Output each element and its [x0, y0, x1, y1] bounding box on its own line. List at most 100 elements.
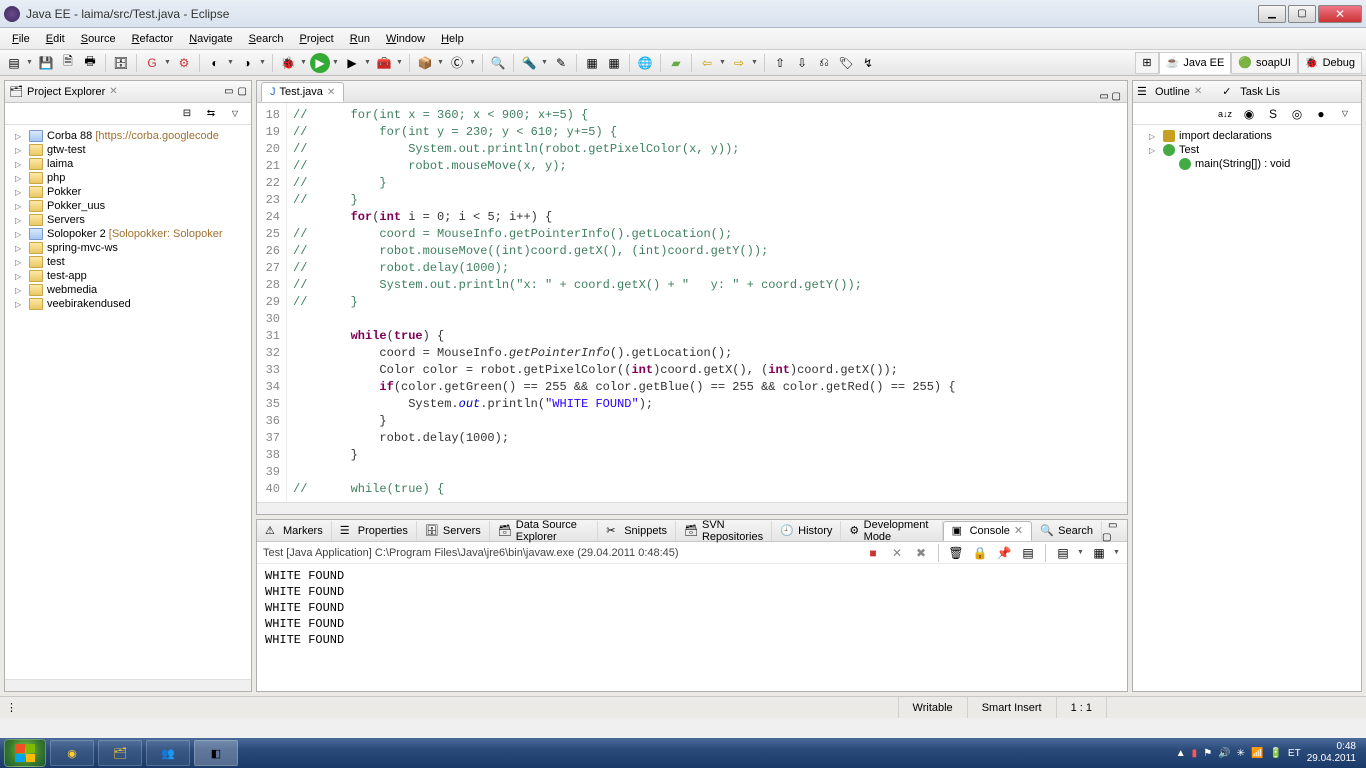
- open-console-button[interactable]: ▤: [1053, 543, 1073, 563]
- open-type-button[interactable]: 🔍: [488, 53, 508, 73]
- nav-back-button[interactable]: ⇦: [697, 53, 717, 73]
- perspective-soapui[interactable]: 🟢soapUI: [1231, 52, 1298, 74]
- expand-arrow-icon[interactable]: ▷: [15, 146, 25, 155]
- code-editor[interactable]: 1819202122232425262728293031323334353637…: [257, 103, 1127, 502]
- new-package-button[interactable]: 📦: [415, 53, 435, 73]
- taskbar-explorer[interactable]: 🗂: [98, 740, 142, 766]
- code-area[interactable]: // for(int x = 360; x < 900; x+=5) {// f…: [287, 103, 1127, 502]
- link-editor-icon[interactable]: ⇆: [201, 104, 221, 124]
- expand-arrow-icon[interactable]: ▷: [15, 244, 25, 253]
- project-tree[interactable]: ▷Corba 88 [https://corba.googlecode▷gtw-…: [5, 125, 251, 679]
- system-tray[interactable]: ▲ ▮ ⚑ 🔊 ✳ 📶 🔋 ET 0:48 29.04.2011: [1176, 741, 1362, 765]
- expand-arrow-icon[interactable]: ▷: [15, 216, 25, 225]
- outline-close-icon[interactable]: ✕: [1194, 86, 1202, 97]
- expand-arrow-icon[interactable]: ▷: [15, 300, 25, 309]
- editor-minmax[interactable]: ▭ ▢: [1093, 91, 1127, 102]
- menu-source[interactable]: Source: [73, 31, 124, 47]
- gwt-compile-button[interactable]: ⚙: [174, 53, 194, 73]
- svn-switch-button[interactable]: ↯: [858, 53, 878, 73]
- tree-item[interactable]: ▷test: [5, 255, 251, 269]
- run-button[interactable]: ▶: [310, 53, 330, 73]
- bottom-tab-snippets[interactable]: ✂Snippets: [598, 521, 676, 541]
- menu-run[interactable]: Run: [342, 31, 378, 47]
- outline-item[interactable]: main(String[]) : void: [1137, 157, 1357, 171]
- terminate-button[interactable]: ■: [863, 543, 883, 563]
- new-console-button[interactable]: ▦: [1089, 543, 1109, 563]
- tree-item[interactable]: ▷spring-mvc-ws: [5, 241, 251, 255]
- external-tools-button[interactable]: 🧰: [374, 53, 394, 73]
- outline-item[interactable]: ▷Test: [1137, 143, 1357, 157]
- new-button[interactable]: ▤: [4, 53, 24, 73]
- debug-button[interactable]: 🐞: [278, 53, 298, 73]
- tree-item[interactable]: ▷php: [5, 171, 251, 185]
- soapui-button[interactable]: ▰: [666, 53, 686, 73]
- nav-fwd-button[interactable]: ⇨: [729, 53, 749, 73]
- new-class-button[interactable]: Ⓒ: [447, 53, 467, 73]
- outline-tree[interactable]: ▷import declarations▷Testmain(String[]) …: [1133, 125, 1361, 175]
- svn-update-button[interactable]: ⇩: [792, 53, 812, 73]
- expand-arrow-icon[interactable]: ▷: [15, 230, 25, 239]
- hide-local-icon[interactable]: ●: [1311, 104, 1331, 124]
- new-bean-button[interactable]: ◐: [205, 53, 225, 73]
- bottom-tab-properties[interactable]: ☰Properties: [332, 521, 417, 541]
- bottom-tab-data-source-explorer[interactable]: 🗃Data Source Explorer: [490, 521, 598, 541]
- perspective-debug[interactable]: 🐞Debug: [1298, 52, 1362, 74]
- tree-item[interactable]: ▷laima: [5, 157, 251, 171]
- remove-launch-button[interactable]: ✕: [887, 543, 907, 563]
- menu-search[interactable]: Search: [241, 31, 292, 47]
- taskbar-chrome[interactable]: ◉: [50, 740, 94, 766]
- menu-help[interactable]: Help: [433, 31, 472, 47]
- task-2-button[interactable]: ▦: [604, 53, 624, 73]
- pin-console-button[interactable]: 📌: [994, 543, 1014, 563]
- horizontal-scrollbar[interactable]: [5, 679, 251, 691]
- run-last-button[interactable]: ▶: [342, 53, 362, 73]
- expand-arrow-icon[interactable]: ▷: [15, 132, 25, 141]
- bottom-tab-svn-repositories[interactable]: 🗃SVN Repositories: [676, 521, 772, 541]
- editor-tab-test[interactable]: J Test.java ✕: [261, 82, 344, 102]
- expand-arrow-icon[interactable]: ▷: [15, 258, 25, 267]
- menu-refactor[interactable]: Refactor: [124, 31, 182, 47]
- tray-icon[interactable]: ✳: [1237, 748, 1245, 759]
- save-all-button[interactable]: 🗎: [58, 53, 78, 73]
- hide-nonpublic-icon[interactable]: ◎: [1287, 104, 1307, 124]
- collapse-all-icon[interactable]: ⊟: [177, 104, 197, 124]
- tree-item[interactable]: ▷test-app: [5, 269, 251, 283]
- tray-icon[interactable]: 📶: [1251, 748, 1263, 759]
- open-perspective-button[interactable]: ⊞: [1135, 52, 1158, 74]
- view-menu-icon[interactable]: ▽: [225, 104, 245, 124]
- svn-commit-button[interactable]: ⇧: [770, 53, 790, 73]
- tab-close-icon[interactable]: ✕: [1014, 524, 1023, 537]
- bottom-tab-markers[interactable]: ⚠Markers: [257, 521, 332, 541]
- tree-item[interactable]: ▷Pokker: [5, 185, 251, 199]
- editor-hscroll[interactable]: [257, 502, 1127, 514]
- clear-console-button[interactable]: 🗑: [946, 543, 966, 563]
- expand-arrow-icon[interactable]: ▷: [15, 174, 25, 183]
- search-button[interactable]: 🔦: [519, 53, 539, 73]
- editor-tab-close-icon[interactable]: ✕: [327, 87, 335, 98]
- new-dropdown[interactable]: ▼: [26, 59, 34, 66]
- expand-arrow-icon[interactable]: ▷: [15, 202, 25, 211]
- start-button[interactable]: [4, 739, 46, 767]
- menu-navigate[interactable]: Navigate: [181, 31, 240, 47]
- menu-window[interactable]: Window: [378, 31, 433, 47]
- sort-icon[interactable]: a↓z: [1215, 104, 1235, 124]
- tray-icon[interactable]: ⚑: [1203, 748, 1212, 759]
- tree-item[interactable]: ▷webmedia: [5, 283, 251, 297]
- expand-arrow-icon[interactable]: ▷: [15, 272, 25, 281]
- bottom-tab-servers[interactable]: 🗄Servers: [417, 521, 490, 541]
- expand-arrow-icon[interactable]: ▷: [15, 160, 25, 169]
- minimize-view-icon[interactable]: ▭: [224, 86, 233, 97]
- minimize-button[interactable]: ▁: [1258, 5, 1286, 23]
- svn-tag-button[interactable]: 🏷: [836, 53, 856, 73]
- menu-project[interactable]: Project: [292, 31, 342, 47]
- hide-fields-icon[interactable]: ◉: [1239, 104, 1259, 124]
- tray-icon[interactable]: 🔊: [1218, 748, 1230, 759]
- project-explorer-close-icon[interactable]: ✕: [109, 86, 117, 97]
- tree-item[interactable]: ▷Corba 88 [https://corba.googlecode: [5, 129, 251, 143]
- svn-merge-button[interactable]: ⎌: [814, 53, 834, 73]
- bottom-tab-search[interactable]: 🔍Search: [1032, 521, 1102, 541]
- tray-icon[interactable]: ▮: [1192, 748, 1198, 759]
- new-server-button[interactable]: 🗄: [111, 53, 131, 73]
- annotation-button[interactable]: ✎: [551, 53, 571, 73]
- tree-item[interactable]: ▷gtw-test: [5, 143, 251, 157]
